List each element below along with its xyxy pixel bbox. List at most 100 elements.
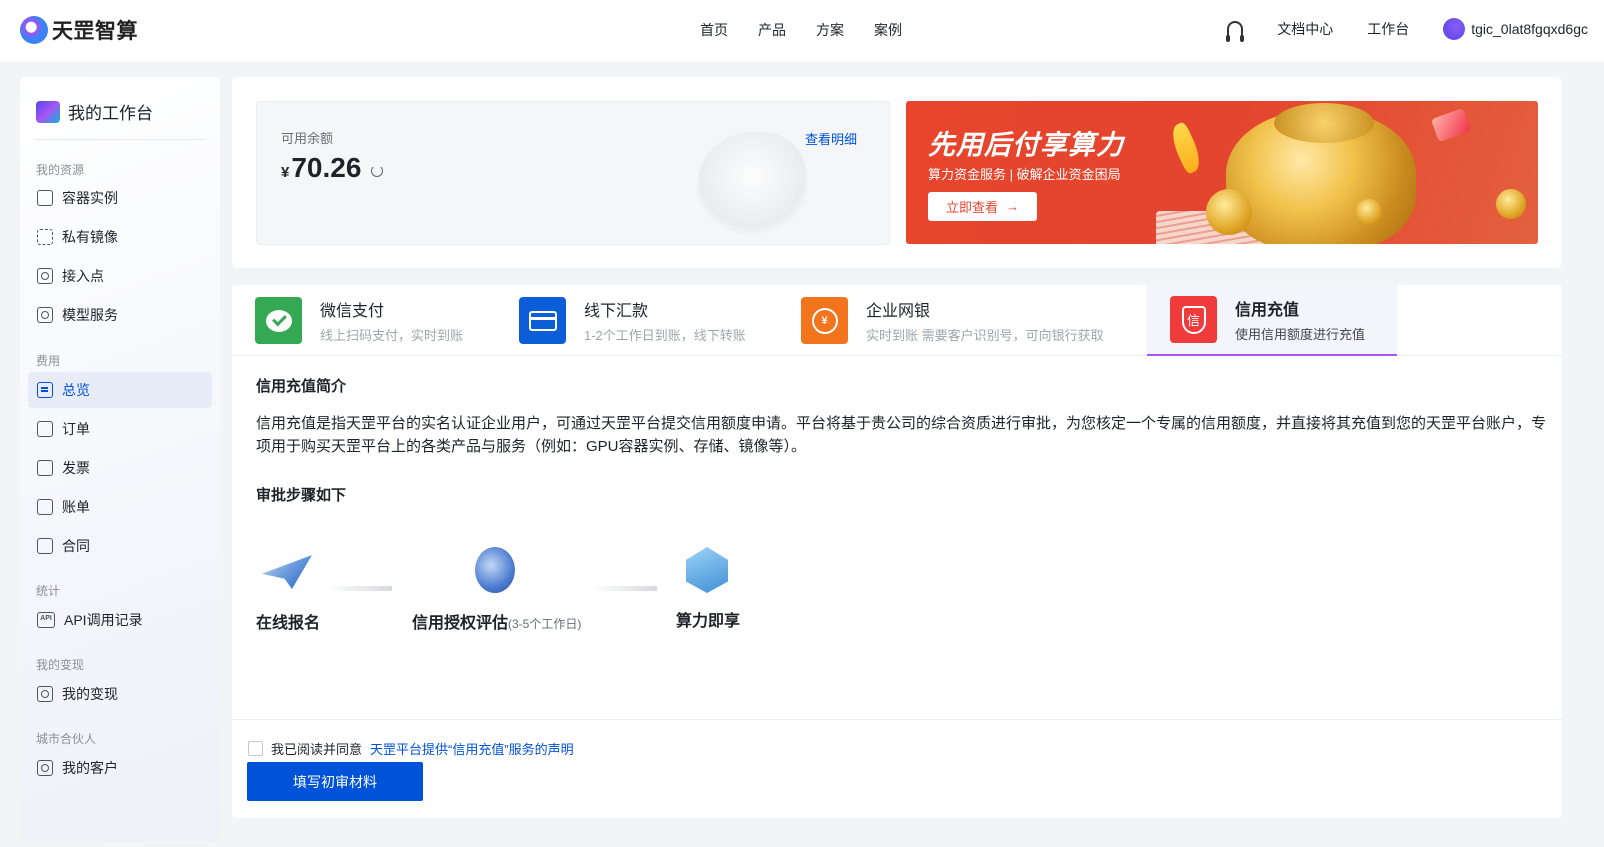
sidebar-item-label: 订单: [62, 421, 90, 437]
ribbon-decoration: [1166, 121, 1206, 175]
sidebar-group-billing: 费用: [36, 354, 61, 368]
arrow-right-icon: →: [1006, 199, 1019, 214]
sidebar-item-label: 发票: [62, 460, 90, 476]
sidebar-item-label: 账单: [62, 499, 90, 515]
money-icon: [37, 686, 53, 702]
nav-home[interactable]: 首页: [700, 20, 728, 40]
sidebar-item-label: 合同: [62, 538, 90, 554]
credit-badge-icon: [475, 547, 515, 593]
coin-icon: [1206, 189, 1252, 235]
model-service-icon: [37, 307, 53, 323]
tab-desc: 实时到账 需要客户识别号，可向银行获取: [866, 328, 1104, 343]
tab-title: 线下汇款: [584, 303, 649, 320]
balance-card: 可用余额 查看明细 ¥ 70.26: [256, 101, 890, 245]
sidebar-item-container-instances[interactable]: 容器实例: [28, 180, 212, 216]
headset-icon[interactable]: [1226, 21, 1245, 42]
step-2-label: 信用授权评估(3-5个工作日): [412, 609, 581, 633]
tab-wechat-pay[interactable]: 微信支付 线上扫码支付，实时到账: [255, 285, 505, 356]
step-3-label: 算力即享: [676, 613, 741, 630]
tab-title: 企业网银: [866, 303, 931, 320]
contract-icon: [37, 538, 53, 554]
banner-subtitle: 算力资金服务 | 破解企业资金困局: [928, 167, 1121, 182]
nav-products[interactable]: 产品: [758, 20, 786, 40]
recharge-panel: 微信支付 线上扫码支付，实时到账 线下汇款 1-2个工作日到账，线下转账 ¥ 企…: [232, 285, 1562, 818]
invoice-icon: [37, 460, 53, 476]
agreement-text: 我已阅读并同意: [271, 742, 363, 757]
brand-name: 天罡智算: [52, 20, 138, 43]
sidebar-item-private-images[interactable]: 私有镜像: [28, 219, 212, 255]
sidebar-divider: [36, 139, 204, 140]
sidebar-group-resources: 我的资源: [36, 163, 85, 177]
avatar: [1443, 18, 1466, 40]
access-point-icon: [37, 268, 53, 284]
agreement-row: 我已阅读并同意 天罡平台提供“信用充值”服务的声明: [248, 739, 574, 758]
balance-decoration: [697, 132, 807, 242]
tab-title: 信用充值: [1235, 302, 1300, 319]
agreement-checkbox[interactable]: [248, 741, 263, 756]
bill-icon: [37, 499, 53, 515]
intro-title: 信用充值简介: [256, 378, 347, 395]
nav-workbench[interactable]: 工作台: [1367, 19, 1409, 39]
tab-credit-recharge[interactable]: 信 信用充值 使用信用额度进行充值: [1147, 285, 1397, 356]
step-arrow: [592, 586, 657, 591]
workbench-logo-icon: [36, 100, 60, 123]
promo-banner[interactable]: 先用后付享算力 算力资金服务 | 破解企业资金困局 立即查看 →: [906, 101, 1538, 244]
sidebar-title: 我的工作台: [68, 104, 153, 123]
bank-icon: ¥: [801, 297, 848, 344]
step-compute-icon: [686, 547, 728, 593]
tab-desc: 1-2个工作日到账，线下转账: [584, 328, 746, 343]
tab-offline-transfer[interactable]: 线下汇款 1-2个工作日到账，线下转账: [519, 285, 769, 356]
refresh-icon[interactable]: [371, 165, 384, 177]
nav-cases[interactable]: 案例: [874, 20, 902, 40]
paper-plane-icon: [262, 555, 312, 589]
sidebar-item-overview[interactable]: 总览: [28, 372, 212, 408]
view-now-button[interactable]: 立即查看 →: [928, 192, 1037, 221]
sidebar-group-monetize: 我的变现: [36, 658, 85, 672]
sidebar-group-stats: 统计: [36, 584, 61, 598]
user-menu[interactable]: tgic_0lat8fgqxd6gc: [1443, 18, 1588, 40]
customer-icon: [37, 760, 53, 776]
top-navbar: 天罡智算 首页 产品 方案 案例 文档中心 工作台 tgic_0lat8fgqx…: [0, 0, 1604, 62]
sidebar-item-monetize[interactable]: 我的变现: [28, 676, 212, 712]
tab-desc: 线上扫码支付，实时到账: [320, 328, 464, 343]
image-scan-icon: [37, 229, 53, 245]
step-arrow: [327, 586, 392, 591]
step-online-signup-icon: [262, 555, 312, 589]
view-details-link[interactable]: 查看明细: [805, 129, 857, 148]
step-2-text: 信用授权评估: [412, 615, 509, 632]
sidebar-item-invoices[interactable]: 发票: [28, 450, 212, 486]
compute-cube-icon: [686, 547, 728, 593]
sidebar-item-access-points[interactable]: 接入点: [28, 258, 212, 294]
sidebar-item-label: 接入点: [62, 268, 104, 284]
sidebar-item-contracts[interactable]: 合同: [28, 528, 212, 564]
wechat-icon: [255, 297, 302, 344]
footer-divider: [232, 719, 1562, 720]
sidebar-item-model-services[interactable]: 模型服务: [28, 297, 212, 333]
step-2-note: (3-5个工作日): [508, 617, 582, 631]
sidebar-item-bills[interactable]: 账单: [28, 489, 212, 525]
step-credit-eval-icon: [475, 547, 515, 593]
balance-label: 可用余额: [281, 131, 334, 146]
username: tgic_0lat8fgqxd6gc: [1471, 21, 1588, 37]
account-summary-panel: 可用余额 查看明细 ¥ 70.26 先用后付享算力 算力资金服务 | 破解企业资…: [232, 77, 1562, 268]
brand-logo-link[interactable]: 天罡智算: [20, 15, 138, 45]
nav-right: 文档中心 工作台 tgic_0lat8fgqxd6gc: [1226, 18, 1588, 42]
balance-amount: 70.26: [291, 152, 362, 183]
submit-application-button[interactable]: 填写初审材料: [247, 762, 423, 801]
sidebar-item-label: 私有镜像: [62, 229, 118, 245]
agreement-link[interactable]: 天罡平台提供“信用充值”服务的声明: [370, 739, 574, 758]
tab-corporate-bank[interactable]: ¥ 企业网银 实时到账 需要客户识别号，可向银行获取: [801, 285, 1131, 356]
server-icon: [37, 190, 53, 206]
sidebar-item-api-records[interactable]: API API调用记录: [28, 602, 212, 638]
sidebar-item-label: 容器实例: [62, 190, 118, 206]
credit-icon: 信: [1170, 296, 1217, 343]
nav-docs[interactable]: 文档中心: [1277, 19, 1333, 39]
sidebar-item-orders[interactable]: 订单: [28, 411, 212, 447]
sidebar-item-customers[interactable]: 我的客户: [28, 750, 212, 786]
nav-solutions[interactable]: 方案: [816, 20, 844, 40]
api-icon: API: [37, 612, 55, 628]
step-1-label: 在线报名: [256, 615, 321, 632]
sidebar: 我的工作台 我的资源 容器实例 私有镜像 接入点 模型服务 费用 总览 订单 发…: [20, 77, 220, 841]
currency-symbol: ¥: [281, 164, 290, 181]
tab-desc: 使用信用额度进行充值: [1235, 327, 1366, 342]
